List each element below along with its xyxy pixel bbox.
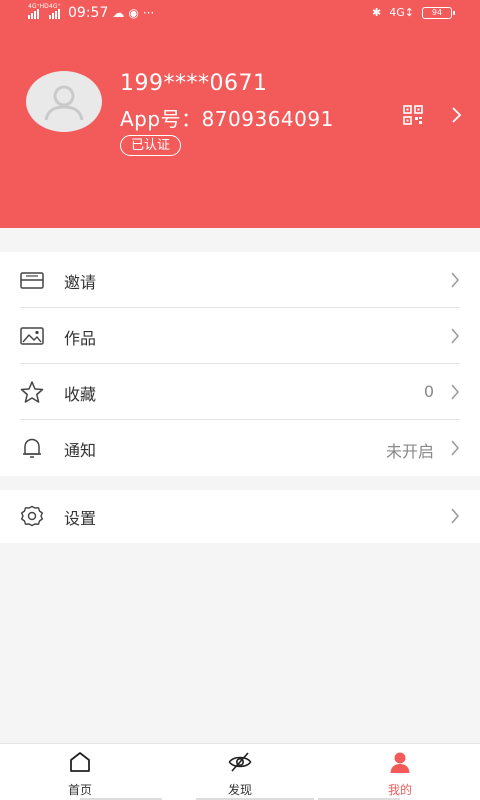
gear-icon: [21, 505, 43, 527]
menu-item-settings[interactable]: 设置: [0, 490, 480, 543]
profile-header: 4G⁺HD 4G⁺ 09:57 ☁ ◉ ··· ✱ 4G↕ 94 199****…: [0, 0, 480, 228]
status-bar: 4G⁺HD 4G⁺ 09:57 ☁ ◉ ··· ✱ 4G↕ 94: [0, 0, 480, 30]
menu-item-label: 作品: [64, 329, 97, 348]
signal-icon: 4G⁺: [49, 3, 61, 19]
menu-item-notifications[interactable]: 通知 未开启: [0, 420, 480, 476]
favorites-count: 0: [423, 382, 434, 401]
bottom-tab-bar: 首页 发现 我的: [0, 743, 480, 800]
person-icon: [44, 85, 84, 120]
menu-item-label: 邀请: [64, 273, 97, 292]
tab-label: 首页: [67, 783, 92, 797]
qr-code-icon[interactable]: [403, 105, 423, 125]
menu-item-works[interactable]: 作品: [0, 308, 480, 364]
signal-icon: 4G⁺HD: [28, 3, 49, 19]
bell-icon: [23, 438, 41, 458]
notification-status: 未开启: [385, 442, 434, 461]
tab-label: 发现: [227, 783, 252, 797]
menu-item-label: 收藏: [64, 385, 97, 404]
more-dots: ···: [142, 6, 155, 20]
chevron-right-icon: [451, 508, 459, 524]
avatar[interactable]: [26, 71, 102, 132]
menu-card: 邀请 作品 收藏 0 通知 未开启: [0, 252, 480, 476]
profile-person-icon: [390, 752, 410, 773]
app-number: App号：8709364091: [120, 107, 334, 131]
status-time: 09:57: [68, 5, 109, 21]
home-icon: [70, 752, 90, 772]
menu-item-invite[interactable]: 邀请: [0, 252, 480, 308]
settings-card: 设置: [0, 490, 480, 543]
cellular-indicator: 4G↕: [389, 6, 414, 19]
chevron-right-icon[interactable]: [450, 106, 462, 124]
works-image-icon: [20, 327, 44, 345]
message-icon: ◉: [128, 6, 139, 20]
battery-icon: 94: [422, 6, 455, 19]
tab-label: 我的: [387, 783, 412, 797]
verified-badge: 已认证: [120, 135, 182, 156]
invite-mail-icon: [20, 272, 44, 289]
chevron-right-icon: [451, 328, 459, 344]
chevron-right-icon: [451, 384, 459, 400]
menu-item-label: 设置: [64, 509, 97, 528]
tab-profile[interactable]: 我的: [340, 744, 460, 800]
user-phone: 199****0671: [120, 71, 268, 96]
menu-item-favorites[interactable]: 收藏 0: [0, 364, 480, 420]
cloud-icon: ☁: [112, 6, 125, 20]
tab-discover[interactable]: 发现: [180, 744, 300, 800]
chevron-right-icon: [451, 440, 459, 456]
tab-home[interactable]: 首页: [20, 744, 140, 800]
menu-item-label: 通知: [64, 441, 97, 460]
chevron-right-icon: [451, 272, 459, 288]
star-icon: [20, 381, 44, 403]
bluetooth-icon: ✱: [372, 6, 382, 19]
discover-eye-icon: [228, 752, 252, 772]
